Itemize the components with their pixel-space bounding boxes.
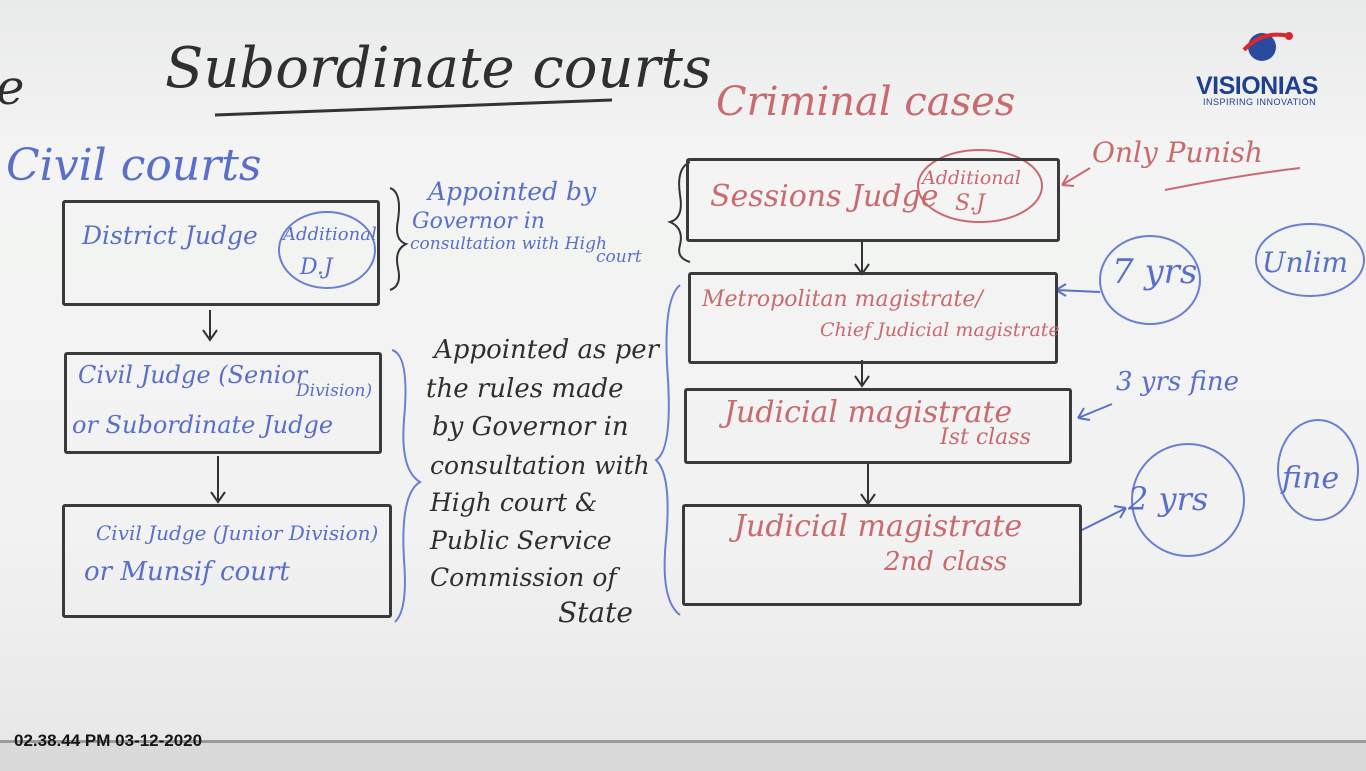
fine-note: fine (1282, 461, 1340, 496)
appointed-as-per-line: the rules made (426, 373, 624, 404)
appointed-by-line1: Appointed by (428, 177, 597, 206)
civil-heading: Civil courts (6, 140, 262, 191)
appointed-as-per-line: Appointed as per (434, 335, 660, 365)
whiteboard-tray (0, 740, 1366, 771)
additional-sj-label: Additional (922, 167, 1021, 189)
two-years-note: 2 yrs (1128, 480, 1209, 518)
civil-judge-senior-division: Division) (296, 381, 373, 401)
criminal-box-metropolitan (688, 272, 1058, 364)
visionias-tagline: INSPIRING INNOVATION (1203, 97, 1317, 107)
chief-judicial-magistrate-label: Chief Judicial magistrate (820, 319, 1060, 341)
civil-judge-senior-label: Civil Judge (Senior (78, 361, 308, 389)
appointed-by-line4: court (596, 247, 642, 267)
additional-dj-label: Additional (283, 224, 377, 245)
munsif-court-label: or Munsif court (84, 557, 290, 587)
appointed-as-per-line: Public Service (430, 525, 612, 555)
arrow-civil-2 (210, 456, 226, 504)
three-years-note: 3 yrs fine (1116, 367, 1240, 397)
appointed-as-per-line: by Governor in (432, 412, 629, 443)
judicial-magistrate-second-label: Judicial magistrate (734, 509, 1023, 544)
unlimited-fine-note: Unlim (1262, 246, 1349, 279)
appointed-as-per-line: State (558, 595, 633, 629)
appointed-as-per-line: consultation with (430, 450, 650, 480)
subordinate-judge-label: or Subordinate Judge (72, 411, 334, 439)
seven-years-note: 7 yrs (1112, 252, 1198, 292)
civil-judge-junior-label: Civil Judge (Junior Division) (96, 521, 379, 545)
district-judge-label: District Judge (82, 221, 258, 250)
criminal-heading: Criminal cases (716, 79, 1016, 125)
timestamp: 02.38.44 PM 03-12-2020 (14, 731, 203, 750)
appointed-as-per-line: High court & (430, 488, 598, 518)
second-class-label: 2nd class (884, 547, 1008, 577)
brace-criminal-2 (654, 284, 681, 616)
sessions-judge-label: Sessions Judge (710, 179, 939, 214)
brace-civil-1 (389, 187, 409, 291)
arrow-civil-1 (202, 310, 218, 342)
only-punish-note: Only Punish (1092, 136, 1263, 169)
brace-civil-2 (391, 349, 422, 623)
appointed-as-per-line: Commission of (430, 563, 617, 593)
metropolitan-magistrate-label: Metropolitan magistrate/ (702, 287, 983, 312)
additional-sj-label-2: S.J (955, 191, 986, 216)
appointed-as-per-block: Appointed as per the rules made by Gover… (426, 335, 660, 629)
partial-left-text: e (0, 62, 24, 115)
appointed-by-line3: consultation with High (410, 234, 607, 254)
additional-dj-label-2: D.J (300, 255, 333, 280)
appointed-by-line2: Governor in (412, 209, 545, 234)
civil-box-district-judge (62, 200, 380, 306)
page-title: Subordinate courts (165, 36, 712, 101)
first-class-label: Ist class (940, 425, 1031, 450)
